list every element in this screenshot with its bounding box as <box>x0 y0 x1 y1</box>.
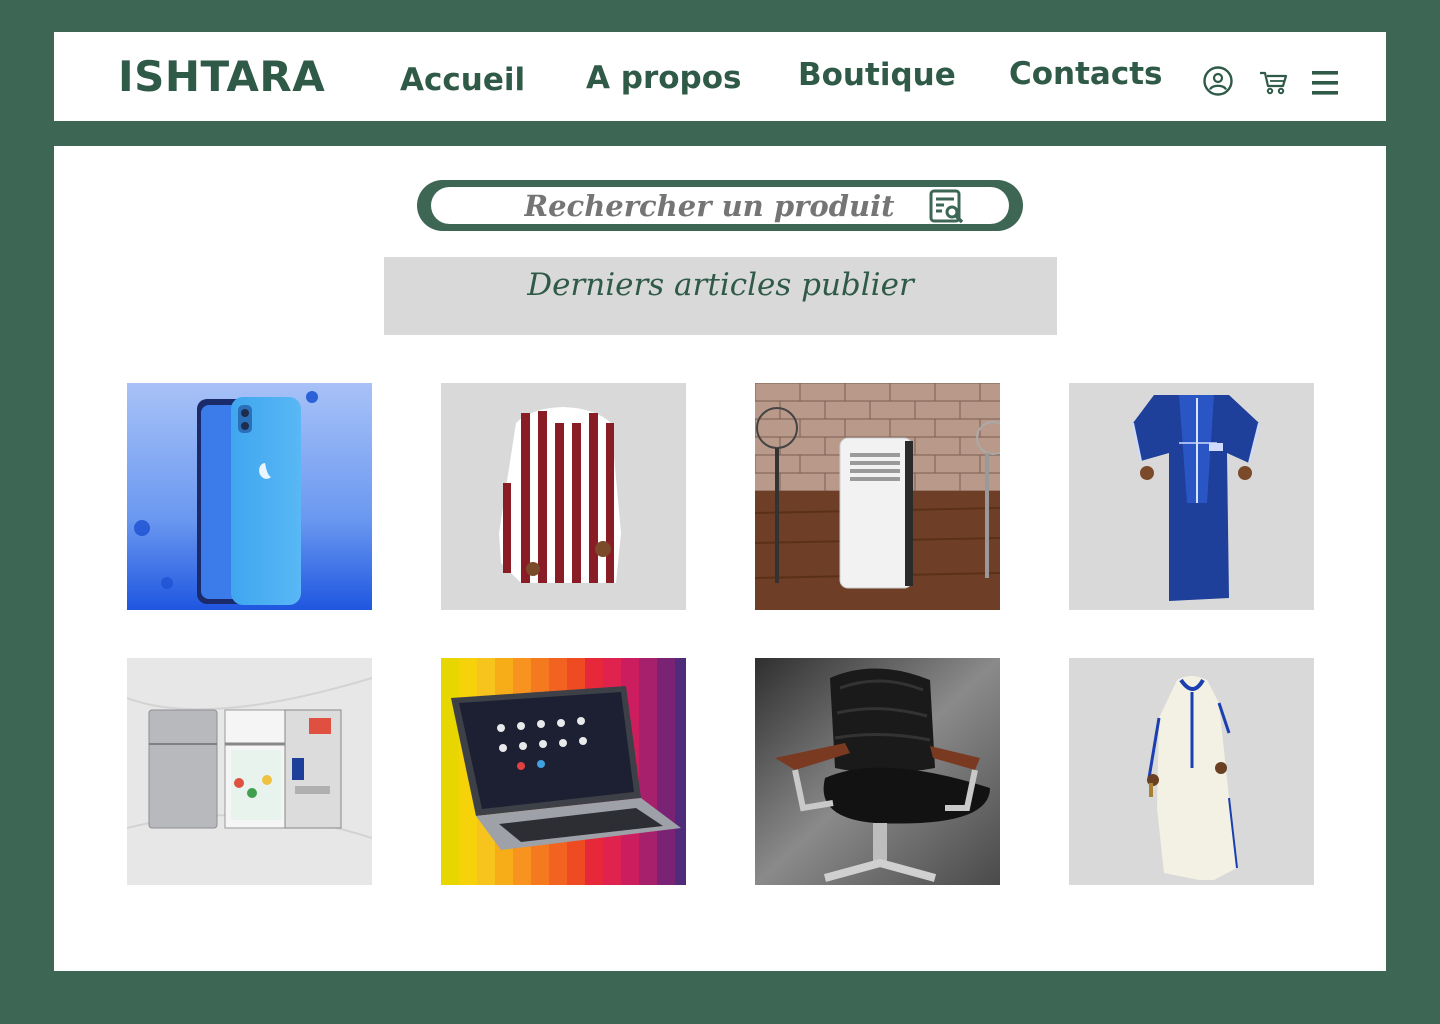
top-navbar: ISHTARA Accueil A propos Boutique Contac… <box>54 32 1386 121</box>
white-djellaba-image <box>1069 658 1314 885</box>
search-field-container <box>431 187 1009 224</box>
main-content: Derniers articles publier <box>54 146 1386 971</box>
laptop-image <box>441 658 686 885</box>
product-card-air-conditioner[interactable] <box>755 383 1000 610</box>
search-bar <box>417 180 1023 231</box>
product-card-mini-fridge[interactable] <box>127 658 372 885</box>
nav-link-a-propos[interactable]: A propos <box>586 60 742 96</box>
product-card-red-djellaba[interactable] <box>441 383 686 610</box>
red-djellaba-image <box>441 383 686 610</box>
section-title-text: Derniers articles publier <box>527 267 914 303</box>
nav-link-accueil[interactable]: Accueil <box>400 62 525 98</box>
product-card-white-djellaba[interactable] <box>1069 658 1314 885</box>
cart-icon[interactable] <box>1257 67 1291 97</box>
mini-fridge-image <box>127 658 372 885</box>
product-card-blue-kaftan[interactable] <box>1069 383 1314 610</box>
search-document-icon[interactable] <box>929 189 965 225</box>
product-card-laptop[interactable] <box>441 658 686 885</box>
latest-articles-heading: Derniers articles publier <box>384 257 1057 335</box>
office-chair-image <box>755 658 1000 885</box>
product-card-office-chair[interactable] <box>755 658 1000 885</box>
blue-kaftan-image <box>1069 383 1314 610</box>
user-account-icon[interactable] <box>1202 65 1234 97</box>
site-logo[interactable]: ISHTARA <box>118 52 325 101</box>
air-conditioner-image <box>755 383 1000 610</box>
nav-link-boutique[interactable]: Boutique <box>798 57 956 93</box>
product-card-smartphone[interactable] <box>127 383 372 610</box>
search-input[interactable] <box>524 189 904 223</box>
hamburger-menu-icon[interactable] <box>1310 68 1340 98</box>
nav-link-contacts[interactable]: Contacts <box>1009 56 1163 92</box>
smartphone-image <box>127 383 372 610</box>
